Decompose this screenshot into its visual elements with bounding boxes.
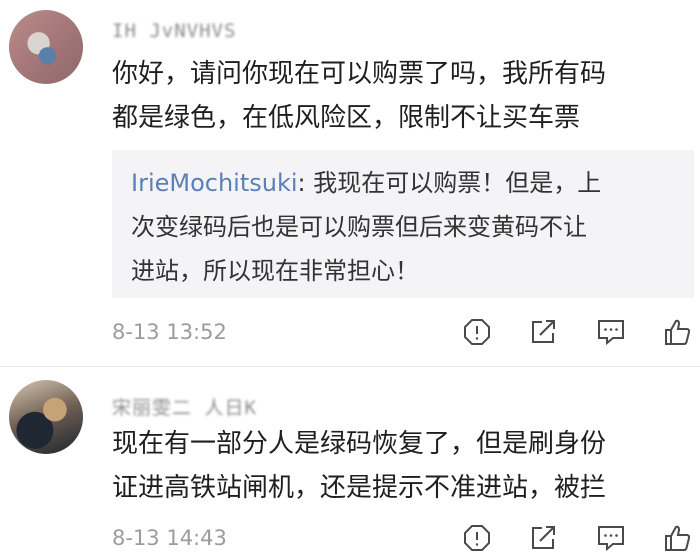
report-icon[interactable] [462, 523, 492, 553]
like-icon[interactable] [662, 523, 692, 553]
username[interactable]: IH JvNVHVS [112, 20, 236, 44]
comment-text: 你好，请问你现在可以购票了吗，我所有码 都是绿色，在低风险区，限制不让买车票 [112, 59, 607, 133]
share-icon[interactable] [528, 523, 558, 553]
comment-text: 现在有一部分人是绿码恢复了，但是刷身份 证进高铁站闸机，还是提示不准进站，被拦 [112, 429, 607, 503]
reply-author[interactable]: IrieMochitsuki [131, 169, 298, 197]
share-icon[interactable] [528, 317, 558, 347]
reply-box[interactable]: IrieMochitsuki: 我现在可以购票！但是，上 次变绿码后也是可以购票… [112, 150, 694, 298]
comment-time: 8-13 14:43 [112, 526, 227, 550]
report-icon[interactable] [462, 317, 492, 347]
comment-time: 8-13 13:52 [112, 320, 227, 344]
avatar[interactable] [9, 380, 83, 454]
comment-footer: 8-13 13:52 [112, 317, 700, 347]
comment-icon[interactable] [596, 317, 626, 347]
comment-footer: 8-13 14:43 [112, 523, 700, 553]
username[interactable]: 宋丽雯二 人日K [112, 393, 257, 419]
reply-separator: : [297, 169, 314, 197]
comment-item: IH JvNVHVS 你好，请问你现在可以购票了吗，我所有码 都是绿色，在低风险… [0, 0, 700, 366]
comment-item: 宋丽雯二 人日K 现在有一部分人是绿码恢复了，但是刷身份 证进高铁站闸机，还是提… [0, 367, 700, 558]
avatar[interactable] [9, 10, 83, 84]
reply-text: IrieMochitsuki: 我现在可以购票！但是，上 次变绿码后也是可以购票… [131, 161, 679, 293]
comment-icon[interactable] [596, 523, 626, 553]
like-icon[interactable] [662, 317, 692, 347]
